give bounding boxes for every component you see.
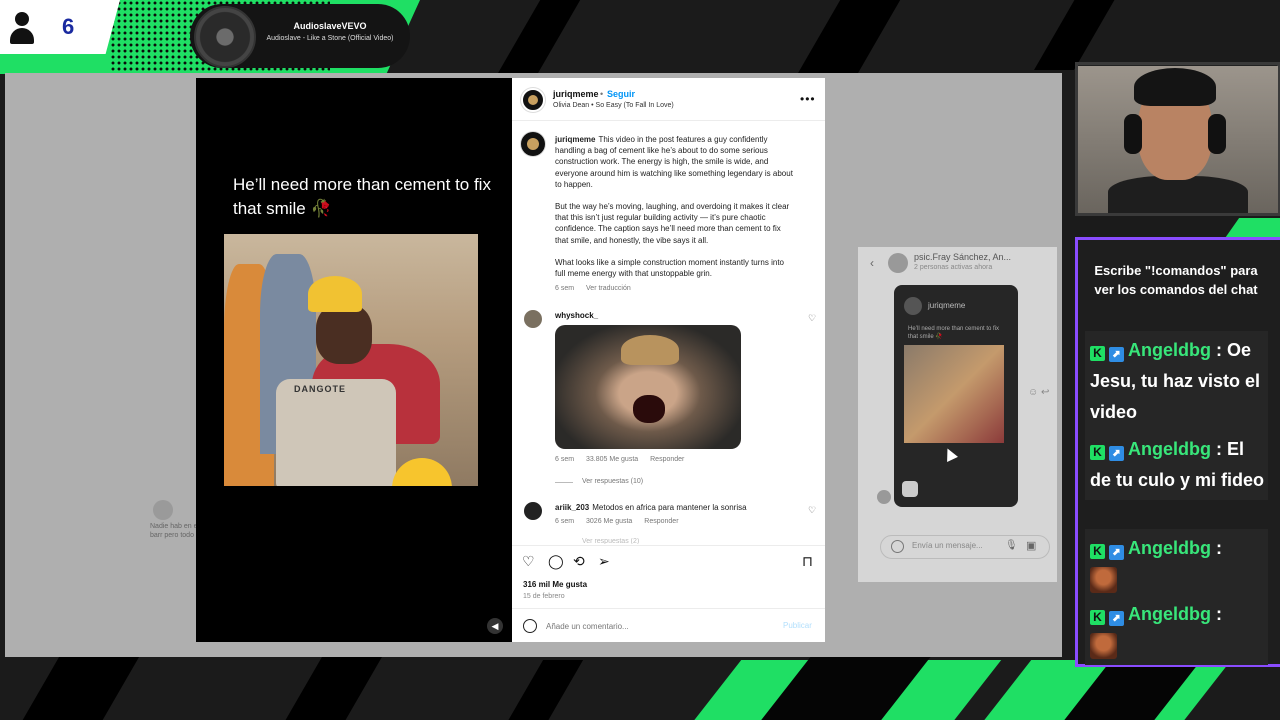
image-icon[interactable]: ▣: [1026, 539, 1036, 552]
comment-gif[interactable]: [555, 325, 741, 449]
shared-post-card[interactable]: juriqmeme He’ll need more than cement to…: [894, 285, 1018, 507]
chat-separator: :: [1211, 604, 1222, 624]
dm-conversation-name: psic.Fray Sánchez, An...: [914, 252, 1012, 262]
microphone-icon[interactable]: 🎙: [1005, 540, 1018, 551]
chat-username[interactable]: Angeldbg: [1128, 439, 1211, 459]
chat-message: K ⬈ Angeldbg :: [1085, 595, 1268, 665]
back-icon[interactable]: ‹: [870, 256, 874, 270]
kick-badge-icon: K: [1090, 544, 1105, 559]
send-icon[interactable]: ➢: [598, 553, 610, 569]
reply-button[interactable]: Responder: [650, 456, 684, 463]
chat-username[interactable]: Angeldbg: [1128, 538, 1211, 558]
comment-like-icon[interactable]: ♡: [808, 313, 816, 324]
post-username[interactable]: juriqmeme: [553, 89, 599, 99]
view-replies-button[interactable]: Ver respuestas (10): [582, 478, 643, 485]
view-replies-button[interactable]: Ver respuestas (2): [582, 538, 639, 544]
kick-badge-icon: K: [1090, 346, 1105, 361]
chat-separator: :: [1211, 538, 1222, 558]
now-playing-title: Audioslave - Like a Stone (Official Vide…: [266, 35, 394, 42]
shared-post-caption: He’ll need more than cement to fix that …: [908, 326, 1000, 340]
post-date: 15 de febrero: [523, 593, 565, 600]
caption-text: What looks like a simple construction mo…: [555, 257, 784, 279]
chat-username[interactable]: Angeldbg: [1128, 604, 1211, 624]
divider: [512, 608, 825, 609]
avatar: [153, 500, 173, 520]
avatar[interactable]: [524, 310, 542, 328]
comment-likes[interactable]: 33.805 Me gusta: [586, 456, 638, 463]
comment-meta: 6 sem 3026 Me gusta Responder: [555, 518, 689, 525]
divider: [512, 120, 825, 121]
avatar[interactable]: [524, 502, 542, 520]
chat-separator: :: [1211, 439, 1222, 459]
person-icon: [10, 12, 34, 44]
kick-badge-icon: K: [1090, 610, 1105, 625]
translate-link[interactable]: Ver traducción: [586, 285, 631, 292]
comment-meta: 6 sem 33.805 Me gusta Responder: [555, 456, 694, 463]
dm-status: 2 personas activas ahora: [914, 264, 993, 271]
bag-label: DANGOTE: [294, 384, 346, 394]
comment-age: 6 sem: [555, 518, 575, 525]
repost-icon[interactable]: ⟲: [573, 553, 585, 569]
reel-icon: [902, 481, 918, 497]
avatar[interactable]: [521, 132, 545, 156]
emoji-icon[interactable]: [891, 540, 904, 553]
divider: [555, 482, 573, 483]
chat-separator: :: [1211, 340, 1222, 360]
volume-icon[interactable]: ◀: [487, 618, 503, 634]
separator-dot: •: [600, 89, 604, 99]
arrow-badge-icon: ⬈: [1109, 347, 1124, 362]
emoji-icon[interactable]: [523, 619, 537, 633]
chat-message: K ⬈ Angeldbg : Oe Jesu, tu haz visto el vi…: [1085, 331, 1268, 432]
chat-username[interactable]: Angeldbg: [1128, 340, 1211, 360]
avatar: [904, 297, 922, 315]
chat-message: K ⬈ Angeldbg :: [1085, 529, 1268, 599]
comment-like-icon[interactable]: ♡: [808, 505, 816, 516]
caption-meta: 6 sem Ver traducción: [555, 285, 641, 292]
comment-likes[interactable]: 3026 Me gusta: [586, 518, 632, 525]
avatar[interactable]: [521, 88, 545, 112]
post-caption: juriqmeme This video in the post features…: [555, 134, 795, 290]
arrow-badge-icon: ⬈: [1109, 545, 1124, 560]
shared-post-thumbnail: [904, 345, 1004, 443]
divider: [512, 545, 825, 546]
follow-button[interactable]: Seguir: [607, 89, 635, 99]
comment-username[interactable]: ariik_203: [555, 503, 589, 512]
caption-username[interactable]: juriqmeme: [555, 135, 595, 144]
comment-icon[interactable]: ◯: [548, 553, 564, 569]
publish-button[interactable]: Publicar: [783, 621, 812, 630]
comment-age: 6 sem: [555, 456, 575, 463]
heart-icon[interactable]: ♡: [522, 553, 535, 569]
chat-emote: [1090, 567, 1117, 594]
chat-emote: [1090, 633, 1117, 660]
comment-username[interactable]: whyshock_: [555, 311, 598, 320]
video-caption: He’ll need more than cement to fix that …: [233, 175, 491, 218]
comment-text: ariik_203 Metodos en africa para mantener…: [555, 503, 747, 512]
caption-text: But the way he’s moving, laughing, and o…: [555, 202, 790, 245]
reply-icon[interactable]: ☺ ↩: [1028, 387, 1049, 398]
shared-post-username: juriqmeme: [928, 301, 966, 310]
video-frame[interactable]: DANGOTE: [224, 234, 478, 486]
arrow-badge-icon: ⬈: [1109, 446, 1124, 461]
album-art-icon: [194, 6, 256, 68]
kick-badge-icon: K: [1090, 445, 1105, 460]
dm-input-placeholder: Envía un mensaje...: [912, 541, 983, 550]
viewer-count: 6: [62, 14, 75, 39]
avatar: [877, 490, 891, 504]
post-likes-count[interactable]: 316 mil Me gusta: [523, 580, 587, 589]
more-options-icon[interactable]: •••: [800, 92, 816, 106]
chat-header: Escribe "!comandos" para ver los comando…: [1094, 263, 1258, 297]
reply-button[interactable]: Responder: [644, 518, 678, 525]
comment-body: Metodos en africa para mantener la sonri…: [592, 503, 747, 512]
webcam-feed: [1078, 66, 1278, 213]
post-audio-link[interactable]: Olivia Dean • So Easy (To Fall In Love): [553, 102, 674, 109]
avatar: [888, 253, 908, 273]
bookmark-icon[interactable]: ⊓: [802, 553, 813, 569]
arrow-badge-icon: ⬈: [1109, 611, 1124, 626]
now-playing-artist: AudioslaveVEVO: [293, 21, 367, 31]
caption-age: 6 sem: [555, 285, 575, 292]
add-comment-input[interactable]: [546, 617, 766, 635]
chat-message: K ⬈ Angeldbg : El de tu culo y mi fideo: [1085, 430, 1268, 500]
